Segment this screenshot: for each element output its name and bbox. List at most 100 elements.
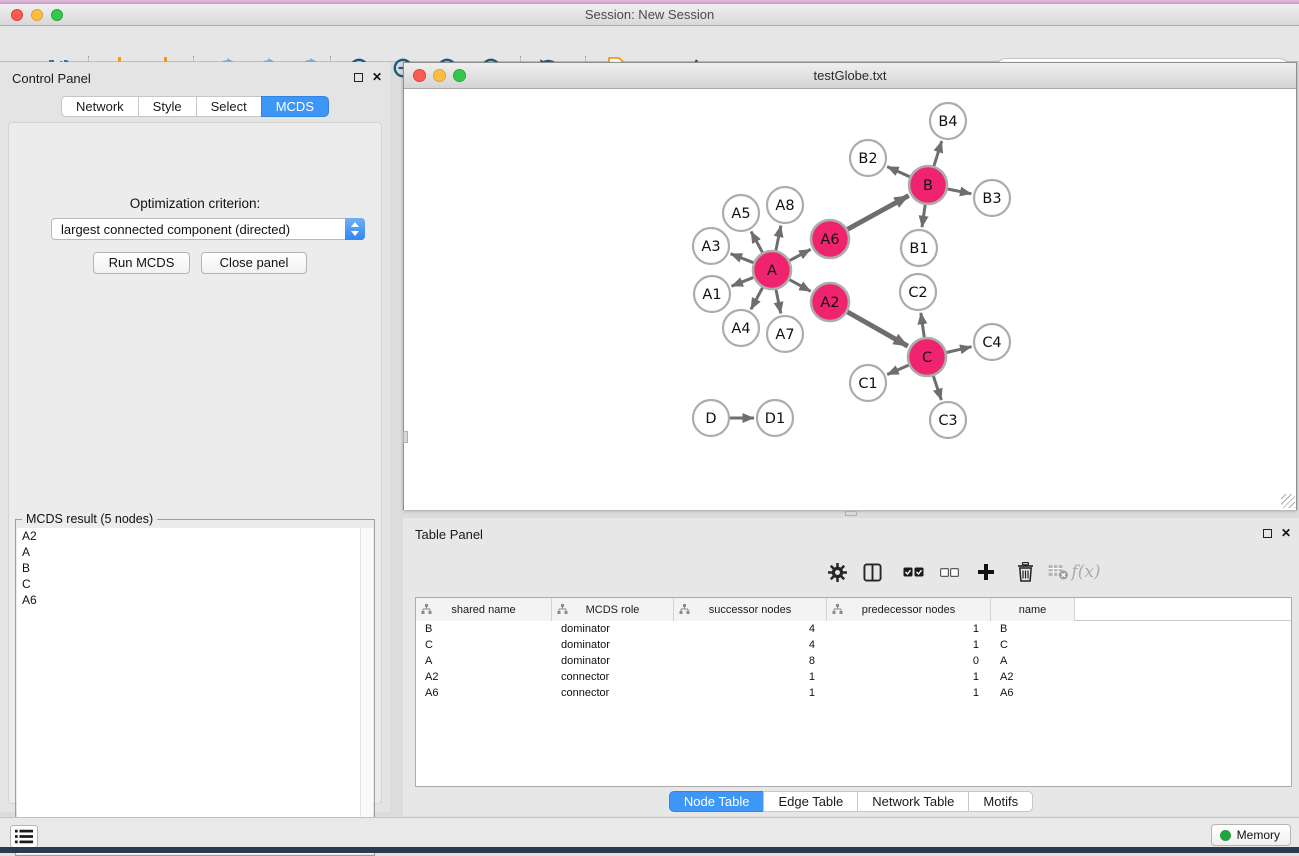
edge-B-B1[interactable]: [922, 205, 925, 227]
table-settings-button[interactable]: [822, 556, 852, 588]
close-panel-button[interactable]: Close panel: [201, 252, 307, 274]
tab-select[interactable]: Select: [196, 96, 262, 117]
select-stepper-icon: [345, 218, 365, 240]
select-all-button[interactable]: [898, 556, 928, 588]
criterion-select[interactable]: largest connected component (directed): [51, 218, 365, 240]
edge-A-A5[interactable]: [751, 231, 762, 252]
edge-B-B3[interactable]: [948, 189, 972, 194]
cell-successor-nodes[interactable]: 4: [674, 621, 827, 637]
close-table-panel-icon[interactable]: ✕: [1281, 528, 1291, 538]
task-history-button[interactable]: [10, 825, 38, 848]
bottom-edge-grip[interactable]: [845, 511, 857, 516]
cell-predecessor-nodes[interactable]: 1: [827, 669, 991, 685]
edge-A-A6[interactable]: [790, 249, 811, 260]
cell-name[interactable]: C: [991, 637, 1075, 653]
tab-network-table[interactable]: Network Table: [857, 791, 969, 812]
node-label-B2: B2: [858, 151, 877, 167]
run-mcds-button[interactable]: Run MCDS: [93, 252, 190, 274]
left-edge-grip[interactable]: [403, 431, 408, 443]
cell-mcds-role[interactable]: dominator: [552, 621, 674, 637]
tab-motifs[interactable]: Motifs: [968, 791, 1033, 812]
table-row[interactable]: Adominator80A: [416, 653, 1291, 669]
network-canvas[interactable]: B4B2BB3A8A5A6A3B1AC2A1A2A4A7C4CC1C3DD1: [404, 89, 1296, 510]
tab-style[interactable]: Style: [138, 96, 197, 117]
edge-B-B2[interactable]: [887, 167, 910, 177]
result-list-scrollbar[interactable]: [360, 528, 373, 854]
cell-mcds-role[interactable]: dominator: [552, 653, 674, 669]
column-header-mcds-role[interactable]: MCDS role: [552, 598, 674, 621]
memory-button[interactable]: Memory: [1211, 824, 1291, 846]
table-row[interactable]: Cdominator41C: [416, 637, 1291, 653]
table-row[interactable]: A6connector11A6: [416, 685, 1291, 701]
show-columns-button[interactable]: [857, 556, 887, 588]
cell-shared-name[interactable]: B: [416, 621, 552, 637]
edge-A-A7[interactable]: [776, 290, 781, 314]
mcds-result-item[interactable]: A2: [17, 528, 361, 544]
cell-name[interactable]: A: [991, 653, 1075, 669]
edge-C-C4[interactable]: [946, 347, 971, 353]
edge-B-B4[interactable]: [934, 141, 942, 166]
cell-shared-name[interactable]: C: [416, 637, 552, 653]
column-header-name[interactable]: name: [991, 598, 1075, 621]
cell-successor-nodes[interactable]: 8: [674, 653, 827, 669]
cell-predecessor-nodes[interactable]: 1: [827, 637, 991, 653]
close-panel-icon[interactable]: ✕: [372, 72, 382, 82]
cell-shared-name[interactable]: A2: [416, 669, 552, 685]
column-header-shared-name[interactable]: shared name: [416, 598, 552, 621]
edge-A-A2[interactable]: [790, 280, 811, 292]
network-window-titlebar[interactable]: testGlobe.txt: [404, 63, 1296, 89]
edge-A-A3[interactable]: [731, 254, 754, 263]
edge-A-A8[interactable]: [776, 226, 781, 251]
node-label-C3: C3: [938, 413, 957, 429]
table-row[interactable]: A2connector11A2: [416, 669, 1291, 685]
node-label-A5: A5: [731, 206, 750, 222]
mcds-result-item[interactable]: A6: [17, 592, 361, 608]
column-type-icon: [832, 604, 843, 614]
node-label-B3: B3: [982, 191, 1001, 207]
cell-predecessor-nodes[interactable]: 0: [827, 653, 991, 669]
resize-grip-icon[interactable]: [1281, 494, 1295, 508]
tab-node-table[interactable]: Node Table: [669, 791, 765, 812]
table-row[interactable]: Bdominator41B: [416, 621, 1291, 637]
edge-C-C2[interactable]: [921, 313, 924, 337]
criterion-value: largest connected component (directed): [52, 222, 345, 237]
cell-shared-name[interactable]: A: [416, 653, 552, 669]
cell-mcds-role[interactable]: connector: [552, 685, 674, 701]
gear-icon: [828, 563, 847, 582]
cell-name[interactable]: A6: [991, 685, 1075, 701]
edge-A-A1[interactable]: [731, 277, 753, 286]
cell-successor-nodes[interactable]: 4: [674, 637, 827, 653]
edge-A-A4[interactable]: [751, 288, 763, 310]
cell-mcds-role[interactable]: dominator: [552, 637, 674, 653]
node-label-D1: D1: [765, 411, 785, 427]
delete-table-button[interactable]: [1043, 556, 1073, 588]
edge-A2-C[interactable]: [847, 312, 907, 346]
cell-name[interactable]: B: [991, 621, 1075, 637]
mcds-result-item[interactable]: A: [17, 544, 361, 560]
edge-C-C3[interactable]: [933, 376, 941, 400]
delete-column-button[interactable]: [1010, 556, 1040, 588]
column-header-predecessor-nodes[interactable]: predecessor nodes: [827, 598, 991, 621]
tab-network[interactable]: Network: [61, 96, 139, 117]
cell-successor-nodes[interactable]: 1: [674, 669, 827, 685]
node-label-C: C: [922, 350, 932, 366]
cell-mcds-role[interactable]: connector: [552, 669, 674, 685]
float-table-panel-icon[interactable]: [1263, 529, 1272, 538]
apply-function-button[interactable]: f(x): [1071, 556, 1101, 588]
cell-name[interactable]: A2: [991, 669, 1075, 685]
edge-A6-B[interactable]: [848, 196, 909, 230]
tab-mcds[interactable]: MCDS: [261, 96, 329, 117]
mcds-result-list[interactable]: A2ABCA6: [17, 528, 361, 854]
cell-predecessor-nodes[interactable]: 1: [827, 621, 991, 637]
tab-edge-table[interactable]: Edge Table: [763, 791, 858, 812]
edge-C-C1[interactable]: [887, 365, 908, 374]
mcds-result-item[interactable]: C: [17, 576, 361, 592]
mcds-result-item[interactable]: B: [17, 560, 361, 576]
deselect-all-button[interactable]: [934, 556, 964, 588]
create-column-button[interactable]: [971, 556, 1001, 588]
column-header-successor-nodes[interactable]: successor nodes: [674, 598, 827, 621]
float-panel-icon[interactable]: [354, 73, 363, 82]
cell-predecessor-nodes[interactable]: 1: [827, 685, 991, 701]
cell-shared-name[interactable]: A6: [416, 685, 552, 701]
cell-successor-nodes[interactable]: 1: [674, 685, 827, 701]
